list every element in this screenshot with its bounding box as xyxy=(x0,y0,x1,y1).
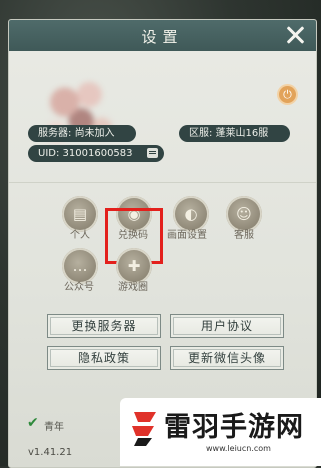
uid-label: UID: xyxy=(38,148,60,159)
zone-label: 区服: xyxy=(189,128,213,139)
game-circle-label: 游戏圈 xyxy=(118,282,148,293)
page-title: 设置 xyxy=(141,28,184,46)
watermark-url: www.leiucn.com xyxy=(206,444,271,453)
privacy-policy-button[interactable]: 隐私政策 xyxy=(47,346,161,370)
uid-pill: UID: 31001600583 xyxy=(28,145,164,162)
user-agreement-button[interactable]: 用户协议 xyxy=(170,314,284,338)
close-icon[interactable] xyxy=(284,24,306,46)
divider xyxy=(9,182,316,183)
server-value: 尚未加入 xyxy=(74,128,115,139)
copy-icon[interactable] xyxy=(147,148,158,158)
display-settings-label: 画面设置 xyxy=(167,230,207,241)
watermark-brand: 雷羽手游网 xyxy=(164,412,304,443)
zone-pill: 区服: 蓬莱山16服 xyxy=(179,125,290,142)
customer-service-label: 客服 xyxy=(234,230,254,241)
change-server-button[interactable]: 更换服务器 xyxy=(47,314,161,338)
power-icon[interactable]: ⏻ xyxy=(279,86,296,103)
personal-label: 个人 xyxy=(70,230,90,241)
server-label: 服务器: xyxy=(38,128,72,139)
server-pill: 服务器: 尚未加入 xyxy=(28,125,136,142)
update-wechat-avatar-button[interactable]: 更新微信头像 xyxy=(170,346,284,370)
uid-value: 31001600583 xyxy=(62,148,133,159)
official-account-label: 公众号 xyxy=(64,282,94,293)
checkbox-icon[interactable]: ✔ xyxy=(27,416,40,430)
watermark-logo xyxy=(132,412,156,446)
panel-header: 设置 xyxy=(9,20,316,51)
version-text: v1.41.21 xyxy=(28,447,73,458)
youth-mode-label: 青年 xyxy=(44,422,64,433)
zone-value: 蓬莱山16服 xyxy=(215,128,269,139)
